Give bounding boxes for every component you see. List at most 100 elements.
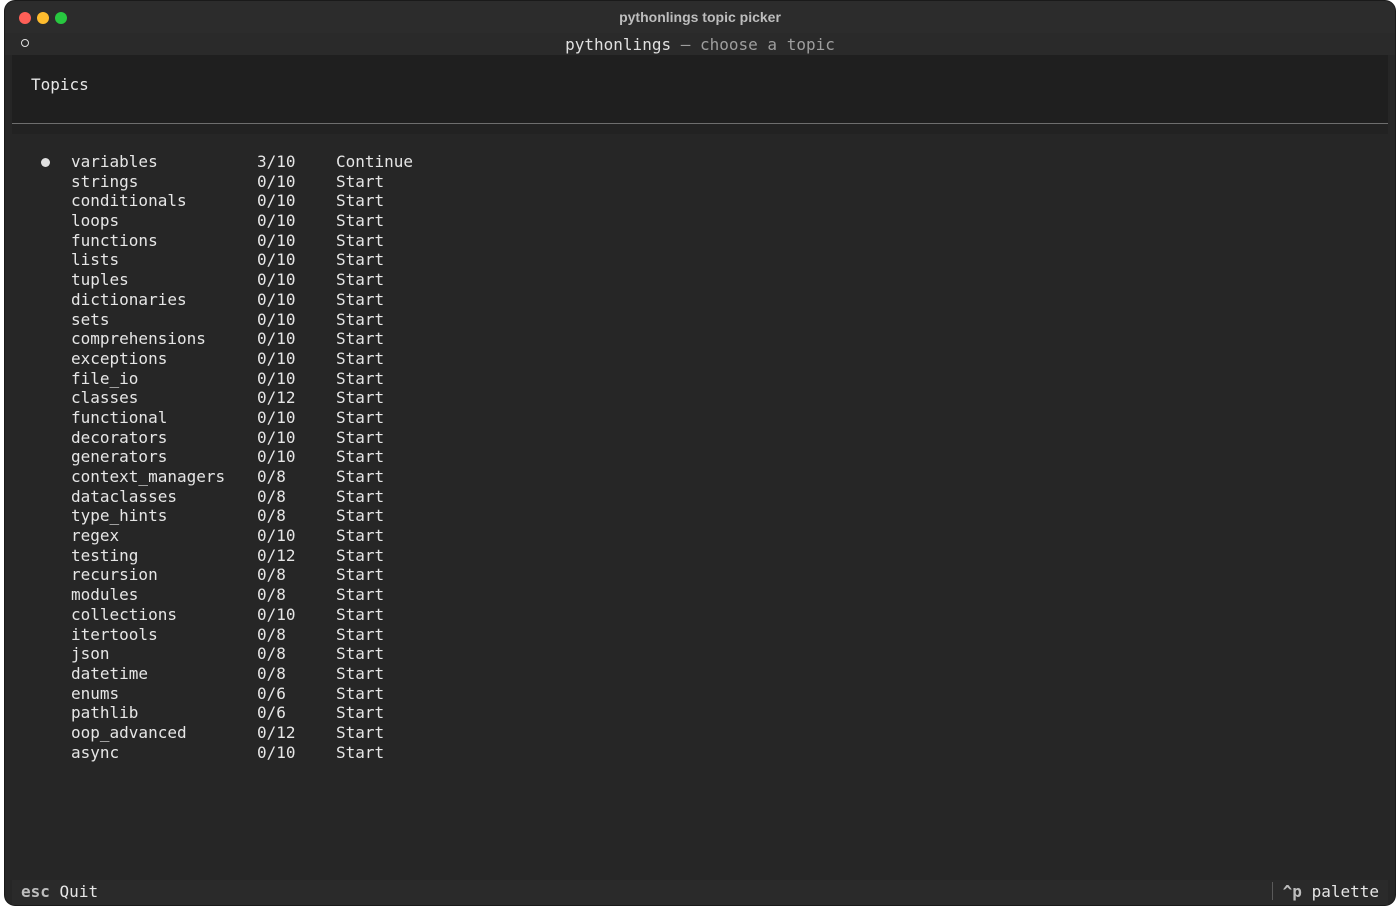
topic-progress: 0/8: [257, 565, 286, 585]
topic-row[interactable]: strings 0/10 Start: [5, 172, 1395, 192]
topic-action[interactable]: Start: [336, 664, 384, 683]
topic-row[interactable]: tuples 0/10 Start: [5, 270, 1395, 290]
topic-row[interactable]: comprehensions 0/10 Start: [5, 329, 1395, 349]
topic-row[interactable]: itertools 0/8 Start: [5, 625, 1395, 645]
palette-shortcut[interactable]: ^p palette: [1283, 882, 1379, 901]
topic-action[interactable]: Start: [336, 723, 384, 742]
topic-progress: 0/8: [257, 467, 286, 486]
topic-row[interactable]: modules 0/8 Start: [5, 585, 1395, 605]
topic-progress: 0/10: [257, 191, 296, 211]
topic-row[interactable]: dataclasses 0/8 Start: [5, 487, 1395, 507]
topic-name: recursion: [71, 565, 158, 585]
topic-action[interactable]: Start: [336, 388, 384, 407]
topic-action[interactable]: Start: [336, 743, 384, 762]
app-header: pythonlings — choose a topic: [5, 33, 1395, 55]
topic-row[interactable]: recursion 0/8 Start: [5, 565, 1395, 585]
topic-row[interactable]: oop_advanced 0/12 Start: [5, 723, 1395, 743]
topic-row[interactable]: decorators 0/10 Start: [5, 428, 1395, 448]
topic-progress: 0/12: [257, 722, 296, 742]
topic-action[interactable]: Start: [336, 585, 384, 604]
palette-key: ^p: [1282, 882, 1302, 901]
topic-action[interactable]: Start: [336, 625, 384, 644]
topic-progress: 0/10: [257, 289, 296, 309]
topic-row[interactable]: dictionaries 0/10 Start: [5, 290, 1395, 310]
topic-action[interactable]: Start: [336, 447, 384, 466]
topic-name: context_managers: [71, 467, 226, 486]
topic-action[interactable]: Start: [336, 565, 384, 584]
topic-action[interactable]: Start: [336, 329, 384, 348]
topic-row[interactable]: datetime 0/8 Start: [5, 664, 1395, 684]
topic-name: functions: [71, 230, 158, 250]
list-top-strip: [12, 124, 1388, 134]
title-bar: pythonlings topic picker: [5, 1, 1395, 33]
footer-bar: esc Quit ^p palette: [12, 880, 1388, 905]
topic-progress: 0/8: [257, 624, 286, 644]
topic-progress: 0/8: [257, 644, 286, 664]
topic-row[interactable]: regex 0/10 Start: [5, 526, 1395, 546]
topic-row[interactable]: lists 0/10 Start: [5, 250, 1395, 270]
topic-progress: 0/10: [257, 427, 296, 447]
topic-row[interactable]: context_managers 0/8 Start: [5, 467, 1395, 487]
topic-progress: 0/10: [257, 526, 296, 546]
topic-action[interactable]: Start: [336, 506, 384, 525]
topic-progress: 0/12: [257, 388, 296, 408]
topic-name: classes: [71, 388, 139, 408]
topic-row[interactable]: testing 0/12 Start: [5, 546, 1395, 566]
topic-progress: 0/10: [257, 250, 296, 270]
topic-action[interactable]: Start: [336, 250, 384, 269]
topic-action[interactable]: Start: [336, 684, 384, 703]
topic-action[interactable]: Continue: [336, 152, 413, 171]
topic-progress: 0/10: [257, 211, 296, 231]
topics-panel: Topics: [12, 55, 1388, 124]
topic-action[interactable]: Start: [336, 191, 384, 210]
topic-progress: 0/10: [257, 368, 296, 388]
topic-action[interactable]: Start: [336, 172, 384, 191]
quit-shortcut[interactable]: esc Quit: [21, 882, 98, 901]
topic-action[interactable]: Start: [336, 290, 384, 309]
topic-progress: 0/10: [257, 348, 296, 368]
topic-row[interactable]: collections 0/10 Start: [5, 605, 1395, 625]
topic-progress: 0/10: [257, 407, 296, 427]
topic-name: file_io: [71, 368, 139, 388]
topic-row[interactable]: generators 0/10 Start: [5, 447, 1395, 467]
topic-action[interactable]: Start: [336, 349, 384, 368]
topic-action[interactable]: Start: [336, 605, 384, 624]
topic-action[interactable]: Start: [336, 428, 384, 447]
topic-action[interactable]: Start: [336, 487, 384, 506]
topic-action[interactable]: Start: [336, 467, 384, 486]
topic-row[interactable]: sets 0/10 Start: [5, 310, 1395, 330]
topic-list: variables 3/10 Continue strings 0/10 Start con…: [5, 152, 1395, 762]
topic-progress: 0/10: [257, 329, 296, 349]
topic-action[interactable]: Start: [336, 408, 384, 427]
topic-row[interactable]: classes 0/12 Start: [5, 388, 1395, 408]
topic-progress: 0/6: [257, 703, 286, 723]
topic-action[interactable]: Start: [336, 231, 384, 250]
topic-row[interactable]: functions 0/10 Start: [5, 231, 1395, 251]
topic-row[interactable]: async 0/10 Start: [5, 743, 1395, 763]
topic-action[interactable]: Start: [336, 703, 384, 722]
topic-action[interactable]: Start: [336, 546, 384, 565]
topic-progress: 3/10: [257, 152, 296, 171]
topic-row[interactable]: json 0/8 Start: [5, 644, 1395, 664]
topic-action[interactable]: Start: [336, 526, 384, 545]
topic-action[interactable]: Start: [336, 270, 384, 289]
topic-row[interactable]: file_io 0/10 Start: [5, 369, 1395, 389]
topic-row[interactable]: functional 0/10 Start: [5, 408, 1395, 428]
topic-row[interactable]: exceptions 0/10 Start: [5, 349, 1395, 369]
footer-divider: [1272, 882, 1273, 900]
topic-row[interactable]: pathlib 0/6 Start: [5, 703, 1395, 723]
topic-action[interactable]: Start: [336, 369, 384, 388]
topic-row[interactable]: variables 3/10 Continue: [5, 152, 1395, 172]
topic-row[interactable]: conditionals 0/10 Start: [5, 191, 1395, 211]
topic-row[interactable]: loops 0/10 Start: [5, 211, 1395, 231]
topic-row[interactable]: enums 0/6 Start: [5, 684, 1395, 704]
topic-action[interactable]: Start: [336, 211, 384, 230]
topic-name: collections: [71, 604, 177, 624]
app-name: pythonlings: [565, 35, 672, 54]
topic-action[interactable]: Start: [336, 644, 384, 663]
topic-name: decorators: [71, 427, 168, 447]
topic-name: testing: [71, 545, 139, 565]
topic-row[interactable]: type_hints 0/8 Start: [5, 506, 1395, 526]
topic-progress: 0/10: [257, 230, 296, 250]
topic-action[interactable]: Start: [336, 310, 384, 329]
